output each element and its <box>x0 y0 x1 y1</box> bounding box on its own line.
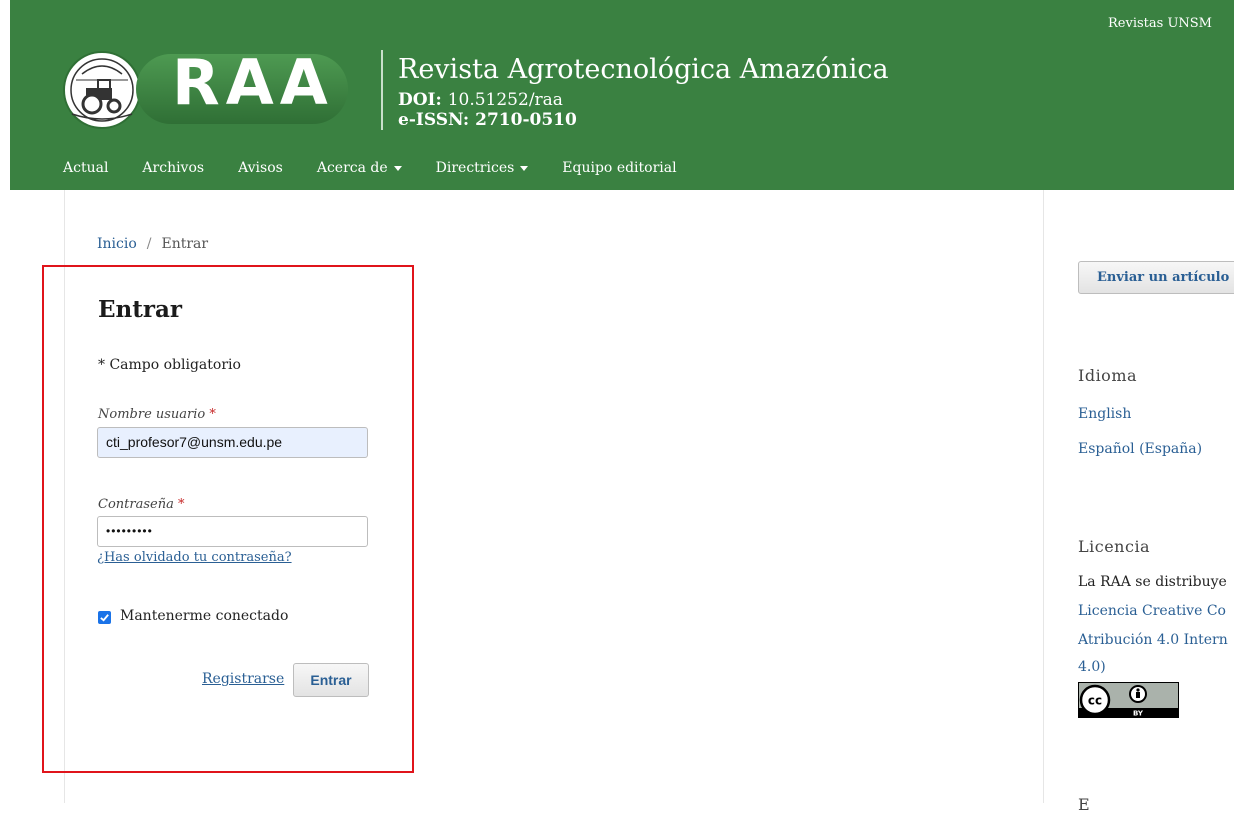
revistas-unsm-link[interactable]: Revistas UNSM <box>1108 16 1212 31</box>
license-link[interactable]: Licencia Creative Co <box>1078 603 1226 619</box>
journal-title: Revista Agrotecnológica Amazónica <box>398 54 889 85</box>
nav-item-archivos[interactable]: Archivos <box>142 160 204 184</box>
password-label: Contraseña * <box>98 497 184 512</box>
password-input[interactable]: ••••••••• <box>97 516 368 547</box>
forgot-password-link[interactable]: ¿Has olvidado tu contraseña? <box>97 550 292 565</box>
nav-item-actual[interactable]: Actual <box>63 160 108 184</box>
username-label-text: Nombre usuario <box>98 407 206 422</box>
nav-item-label: Avisos <box>238 160 283 176</box>
nav-item-label: Acerca de <box>316 160 388 176</box>
license-link-cont[interactable]: Atribución 4.0 Intern <box>1078 632 1228 648</box>
register-link[interactable]: Registrarse <box>202 671 284 687</box>
breadcrumb-current: Entrar <box>161 236 209 252</box>
license-text: La RAA se distribuye <box>1078 574 1227 590</box>
license-link-end[interactable]: 4.0) <box>1078 659 1106 675</box>
header-divider <box>381 50 383 130</box>
required-marker: * <box>209 407 216 422</box>
nav-item-label: Directrices <box>435 160 515 176</box>
username-label: Nombre usuario * <box>98 407 216 422</box>
journal-logo[interactable]: RAA <box>62 42 372 130</box>
creative-commons-by-badge-icon[interactable]: cc BY <box>1078 682 1179 718</box>
remember-me-label[interactable]: Mantenerme conectado <box>120 608 288 624</box>
check-icon <box>100 614 109 622</box>
doi-line: DOI: 10.51252/raa <box>398 90 563 110</box>
language-link-espanol[interactable]: Español (España) <box>1078 441 1202 457</box>
username-input[interactable]: cti_profesor7@unsm.edu.pe <box>97 427 368 458</box>
site-header: Revistas UNSM RAA Revista Agrotecnológic… <box>10 0 1234 190</box>
nav-item-label: Archivos <box>142 160 205 176</box>
license-heading: Licencia <box>1078 537 1151 556</box>
issn-line: e-ISSN: 2710-0510 <box>398 110 577 130</box>
required-field-note: * Campo obligatorio <box>98 357 241 373</box>
sidebar-next-heading: E <box>1078 795 1090 814</box>
doi-value: 10.51252/raa <box>447 90 563 110</box>
breadcrumb: Inicio / Entrar <box>97 236 208 252</box>
main-nav: Actual Archivos Avisos Acerca de Directr… <box>63 160 711 184</box>
caret-down-icon <box>520 165 529 171</box>
issn-label: e-ISSN: <box>398 110 470 130</box>
login-submit-button[interactable]: Entrar <box>293 663 369 697</box>
password-label-text: Contraseña <box>98 497 174 512</box>
nav-item-label: Equipo editorial <box>562 160 677 176</box>
required-marker: * <box>177 497 185 512</box>
logo-letters: RAA <box>172 46 334 119</box>
issn-value: 2710-0510 <box>475 110 577 130</box>
svg-text:cc: cc <box>1088 694 1102 708</box>
nav-item-avisos[interactable]: Avisos <box>238 160 283 184</box>
sidebar-border <box>1043 190 1044 803</box>
cc-badge-label: BY <box>1133 710 1144 718</box>
nav-item-acerca-de[interactable]: Acerca de <box>317 160 402 184</box>
nav-item-equipo-editorial[interactable]: Equipo editorial <box>562 160 676 184</box>
language-link-english[interactable]: English <box>1078 406 1131 422</box>
remember-me-checkbox[interactable] <box>98 611 111 624</box>
doi-label: DOI: <box>398 90 442 110</box>
page-left-edge <box>0 0 10 803</box>
caret-down-icon <box>393 165 402 171</box>
breadcrumb-separator: / <box>146 236 152 252</box>
breadcrumb-home-link[interactable]: Inicio <box>97 236 137 252</box>
nav-item-label: Actual <box>63 160 109 176</box>
tractor-seal-icon <box>63 51 141 129</box>
language-heading: Idioma <box>1078 366 1138 385</box>
submit-article-button[interactable]: Enviar un artículo <box>1078 261 1234 294</box>
nav-item-directrices[interactable]: Directrices <box>436 160 529 184</box>
page-title: Entrar <box>98 296 183 323</box>
